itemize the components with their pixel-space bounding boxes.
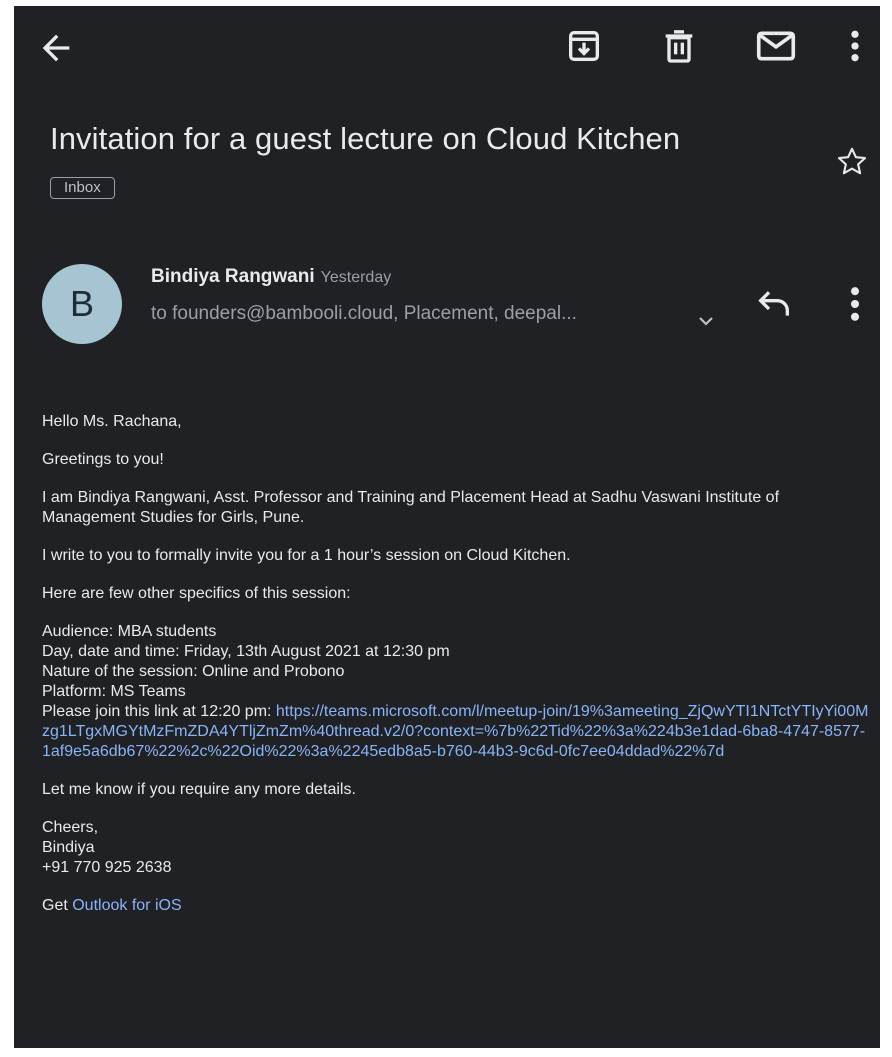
- email-view: Invitation for a guest lecture on Cloud …: [14, 6, 880, 1048]
- email-subject: Invitation for a guest lecture on Cloud …: [50, 121, 681, 156]
- sent-time: Yesterday: [320, 269, 392, 286]
- sender-name-text: Bindiya Rangwani: [151, 266, 315, 287]
- more-vert-icon[interactable]: [840, 26, 870, 66]
- trash-icon[interactable]: [659, 26, 699, 66]
- recipients[interactable]: to founders@bambooli.cloud, Placement, d…: [151, 303, 577, 325]
- more-details-line: Let me know if you require any more deta…: [42, 781, 356, 798]
- join-line: Please join this link at 12:20 pm: https…: [42, 702, 872, 762]
- chevron-down-icon[interactable]: [694, 309, 718, 333]
- more-vert-icon[interactable]: [840, 282, 870, 326]
- arrow-back-icon[interactable]: [36, 28, 76, 68]
- specifics-heading: Here are few other specifics of this ses…: [42, 585, 351, 602]
- reply-icon[interactable]: [754, 284, 794, 324]
- footer-prefix: Get: [42, 897, 73, 914]
- signoff: Cheers,: [42, 819, 99, 836]
- signature-phone: +91 770 925 2638: [42, 859, 172, 876]
- datetime-line: Day, date and time: Friday, 13th August …: [42, 643, 450, 660]
- nature-line: Nature of the session: Online and Probon…: [42, 663, 345, 680]
- audience-line: Audience: MBA students: [42, 623, 217, 640]
- salutation: Hello Ms. Rachana,: [42, 413, 182, 430]
- inbox-label[interactable]: Inbox: [50, 177, 115, 199]
- mail-icon[interactable]: [754, 26, 798, 66]
- archive-icon[interactable]: [564, 26, 604, 66]
- star-outline-icon[interactable]: [834, 144, 870, 180]
- sender-name[interactable]: Bindiya Rangwani Yesterday: [151, 266, 391, 288]
- invite-paragraph: I write to you to formally invite you fo…: [42, 547, 571, 564]
- email-body: Hello Ms. Rachana, Greetings to you! I a…: [42, 412, 872, 916]
- top-toolbar: [14, 6, 880, 86]
- greeting: Greetings to you!: [42, 451, 164, 468]
- signature-name: Bindiya: [42, 839, 95, 856]
- join-prefix: Please join this link at 12:20 pm:: [42, 703, 276, 720]
- intro-paragraph: I am Bindiya Rangwani, Asst. Professor a…: [42, 489, 780, 526]
- platform-line: Platform: MS Teams: [42, 683, 186, 700]
- avatar[interactable]: B: [42, 264, 122, 344]
- outlook-ios-link[interactable]: Outlook for iOS: [72, 897, 181, 914]
- outlook-footer: Get Outlook for iOS: [42, 896, 872, 916]
